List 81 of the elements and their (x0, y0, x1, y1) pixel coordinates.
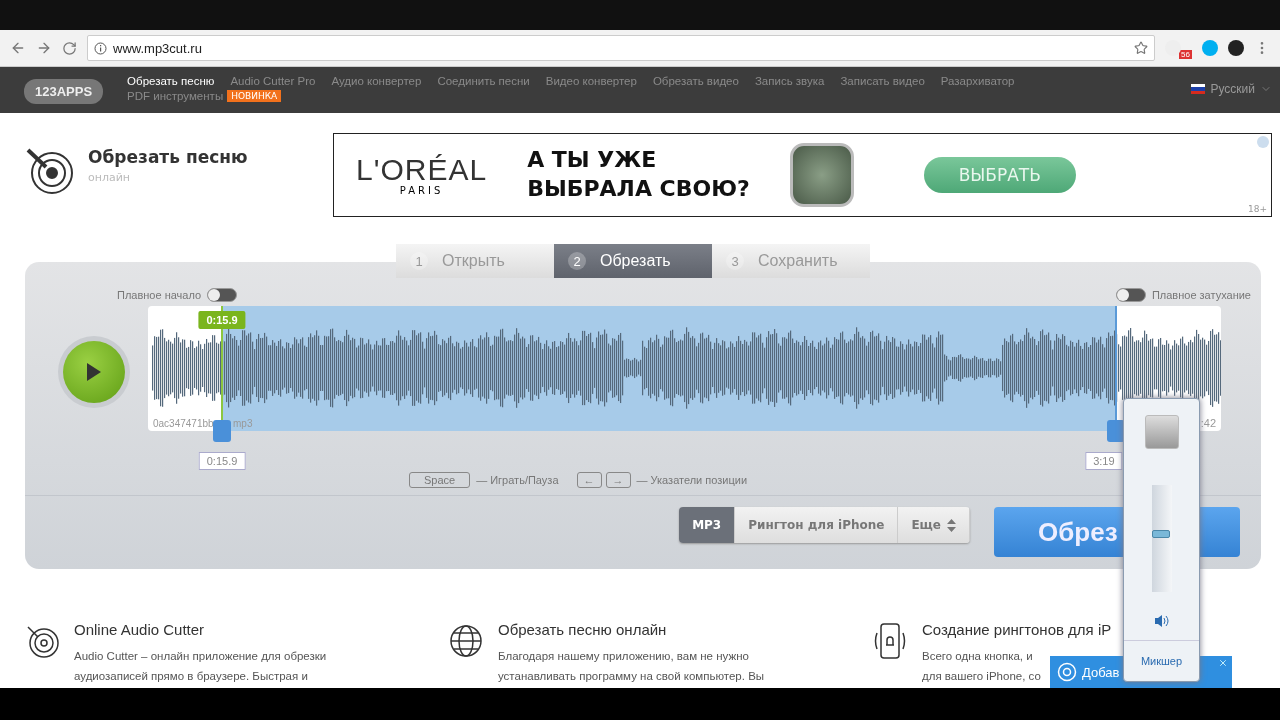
info-icon (94, 41, 107, 55)
fade-out-label: Плавное затухание (1151, 288, 1251, 301)
feature-text: устанавливать программу на свой компьютер. Вы (498, 669, 765, 684)
nav-link[interactable]: Разархиватор (940, 75, 1015, 87)
nav-link[interactable]: Audio Cutter Pro (230, 75, 316, 87)
feature-title: Создание рингтонов для iP (922, 621, 1112, 638)
step-number: 2 (568, 252, 586, 270)
phone-bell-icon (872, 621, 908, 661)
nav-link[interactable]: PDF инструменты (127, 90, 224, 102)
keyboard-key: → (605, 472, 631, 488)
start-time-label: 0:15.9 (198, 452, 246, 470)
page-title: Обрезать песню (88, 147, 248, 167)
keyboard-key: ← (576, 472, 602, 488)
nav-link[interactable]: Соединить песни (437, 75, 530, 87)
play-button[interactable] (63, 341, 125, 403)
site-logo[interactable]: 123APPS (24, 79, 104, 104)
age-rating: 18+ (1248, 204, 1267, 214)
feature-text: аудиозаписей прямо в браузере. Быстрая и (74, 669, 308, 684)
notification-text: Добав (1082, 664, 1120, 680)
page-subtitle: онлайн (88, 171, 132, 184)
feature-text: Благодаря нашему приложению, вам не нужно (498, 649, 749, 664)
shortcut-hint: — Играть/Пауза (476, 474, 559, 486)
file-extension: mp3 (233, 418, 253, 429)
feature-title: Online Audio Cutter (74, 621, 206, 638)
chrome-icon (1057, 662, 1077, 682)
feature-text: Всего одна кнопка, и (922, 649, 1033, 664)
nav-link[interactable]: Обрезать песню (127, 75, 215, 87)
forward-icon[interactable] (36, 40, 52, 56)
ad-brand-sub: PARIS (398, 184, 445, 196)
speaker-icon[interactable] (1153, 614, 1170, 628)
nav-link[interactable]: Запись звука (754, 75, 825, 87)
step-number: 3 (726, 252, 744, 270)
ad-headline: А ТЫ УЖЕ (527, 146, 658, 175)
nav-link[interactable]: Видео конвертер (545, 75, 637, 87)
format-option[interactable]: Рингтон для iPhone (735, 507, 899, 543)
flag-icon (1191, 84, 1206, 94)
keyboard-key: Space (408, 472, 471, 488)
duration-label: :42 (1200, 417, 1216, 429)
extension-icon[interactable] (1228, 40, 1244, 56)
step-label: Обрезать (600, 252, 671, 270)
fade-in-toggle[interactable] (207, 287, 238, 302)
end-time-label: 3:19 (1085, 452, 1123, 470)
file-name: 0ac347471bb (153, 418, 214, 429)
nav-link[interactable]: Обрезать видео (652, 75, 739, 87)
product-jar-drawing (789, 143, 854, 207)
step-tab[interactable]: 1 Открыть (396, 244, 554, 278)
feature-text: Audio Cutter – онлайн приложение для обрезки (74, 649, 327, 664)
format-option[interactable]: MP3 (679, 507, 736, 543)
back-icon[interactable] (10, 40, 26, 56)
reload-icon[interactable] (62, 40, 77, 56)
ad-brand: L'ORÉAL (356, 154, 488, 185)
play-icon (87, 363, 101, 381)
feature-text: для вашего iPhone, со (922, 669, 1041, 684)
nav-link[interactable]: Аудио конвертер (331, 75, 422, 87)
star-icon[interactable] (1134, 41, 1149, 55)
fade-out-toggle[interactable] (1115, 287, 1146, 302)
step-number: 1 (410, 252, 428, 270)
shortcut-hint: — Указатели позиции (636, 474, 748, 486)
feature-title: Обрезать песню онлайн (498, 621, 668, 638)
nav-link[interactable]: Записать видео (840, 75, 925, 87)
mixer-link[interactable]: Микшер (1124, 640, 1199, 681)
url-text: www.mp3cut.ru (113, 40, 202, 56)
vinyl-record-icon (24, 147, 76, 195)
new-badge: НОВИНКА (227, 90, 282, 102)
playhead-time: 0:15.9 (198, 311, 246, 329)
volume-slider-thumb[interactable] (1151, 530, 1170, 539)
fade-in-label: Плавное начало (117, 288, 202, 301)
close-icon[interactable] (1218, 658, 1228, 668)
speaker-device-icon (1144, 415, 1179, 449)
start-handle[interactable] (213, 420, 232, 442)
updown-caret-icon (947, 518, 956, 532)
ad-button[interactable]: ВЫБРАТЬ (923, 157, 1076, 193)
step-tab[interactable]: 2 Обрезать (554, 244, 712, 278)
address-bar[interactable]: www.mp3cut.ru (87, 35, 1156, 61)
step-tab[interactable]: 3 Сохранить (712, 244, 870, 278)
end-handle[interactable] (1106, 420, 1125, 442)
format-option[interactable]: Еще (898, 507, 970, 543)
step-label: Открыть (442, 252, 505, 270)
ad-headline: ВЫБРАЛА СВОЮ? (527, 175, 750, 203)
step-label: Сохранить (758, 252, 838, 270)
language-selector[interactable]: Русский (1191, 82, 1272, 96)
